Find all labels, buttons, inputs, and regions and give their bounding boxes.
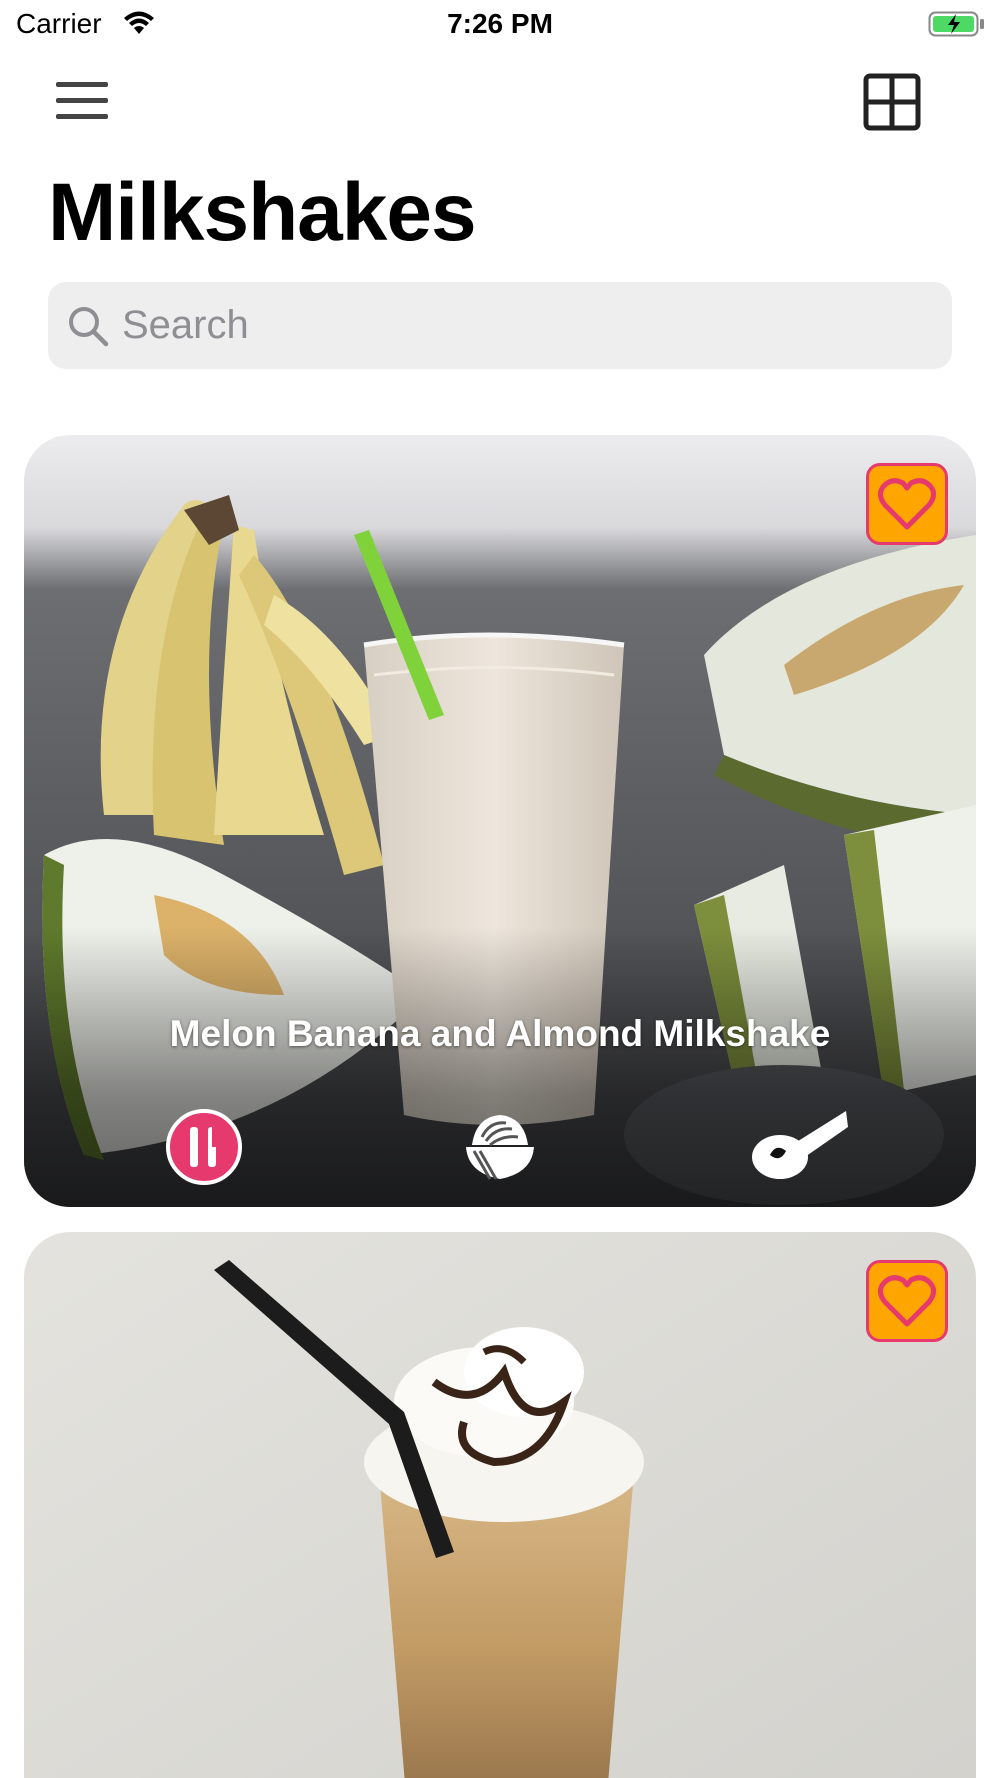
utensils-icon[interactable] [164,1107,244,1187]
bowl-icon[interactable] [460,1107,540,1187]
menu-button[interactable] [50,78,114,124]
recipe-photo [24,1232,976,1778]
spoon-icon[interactable] [750,1107,848,1187]
battery-charging-icon [928,10,986,43]
heart-icon [877,1275,937,1327]
recipe-title: Melon Banana and Almond Milkshake [169,1013,831,1054]
search-icon [66,304,110,353]
status-time: 7:26 PM [447,8,553,39]
hamburger-menu-icon [56,82,108,119]
heart-icon [877,478,937,530]
recipe-card[interactable]: Melon Banana and Almond Milkshake [24,435,976,1207]
layout-toggle-button[interactable] [862,72,922,132]
favorite-button[interactable] [866,1260,948,1342]
favorite-button[interactable] [866,463,948,545]
grid-layout-icon [863,73,921,131]
page-title: Milkshakes [48,167,477,258]
recipe-card[interactable] [24,1232,976,1778]
recipe-info-icons [24,1107,976,1187]
search-bar[interactable] [48,282,952,369]
status-bar: Carrier 7:26 PM [0,0,1000,50]
search-input[interactable] [122,282,922,369]
